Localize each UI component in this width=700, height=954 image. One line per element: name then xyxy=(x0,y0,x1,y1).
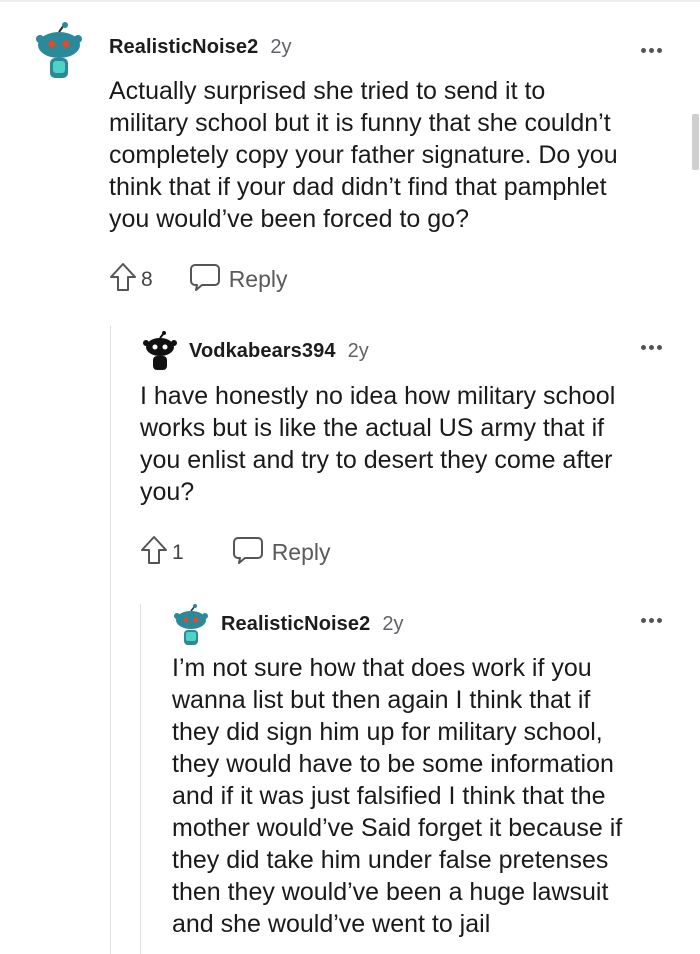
comment-line: wanna list but then again I think that i… xyxy=(172,686,591,714)
comment-line: they would have to be some information xyxy=(172,750,614,778)
snoo-avatar-icon[interactable] xyxy=(174,604,208,651)
comment-line: and she would’ve went to jail xyxy=(172,910,491,938)
comment-line: then they would’ve been a huge lawsuit xyxy=(172,878,609,906)
comment-line: they did sign him up for military school… xyxy=(172,718,603,746)
comment-line: they did take him under false pretenses xyxy=(172,846,609,874)
comment-body: I’m not sure how that does work if you w… xyxy=(172,652,622,940)
comment-line: mother would’ve Said forget it because i… xyxy=(172,814,623,842)
comment-line: and if it was just falsified I think tha… xyxy=(172,782,606,810)
username[interactable]: RealisticNoise2 xyxy=(221,613,370,636)
comment: RealisticNoise2 2y I’m not sure how that… xyxy=(0,0,700,954)
comment-line: I’m not sure how that does work if you xyxy=(172,654,592,682)
comment-header: RealisticNoise2 2y xyxy=(221,613,403,636)
comment-age: 2y xyxy=(382,613,404,635)
more-options-icon[interactable] xyxy=(641,618,662,623)
